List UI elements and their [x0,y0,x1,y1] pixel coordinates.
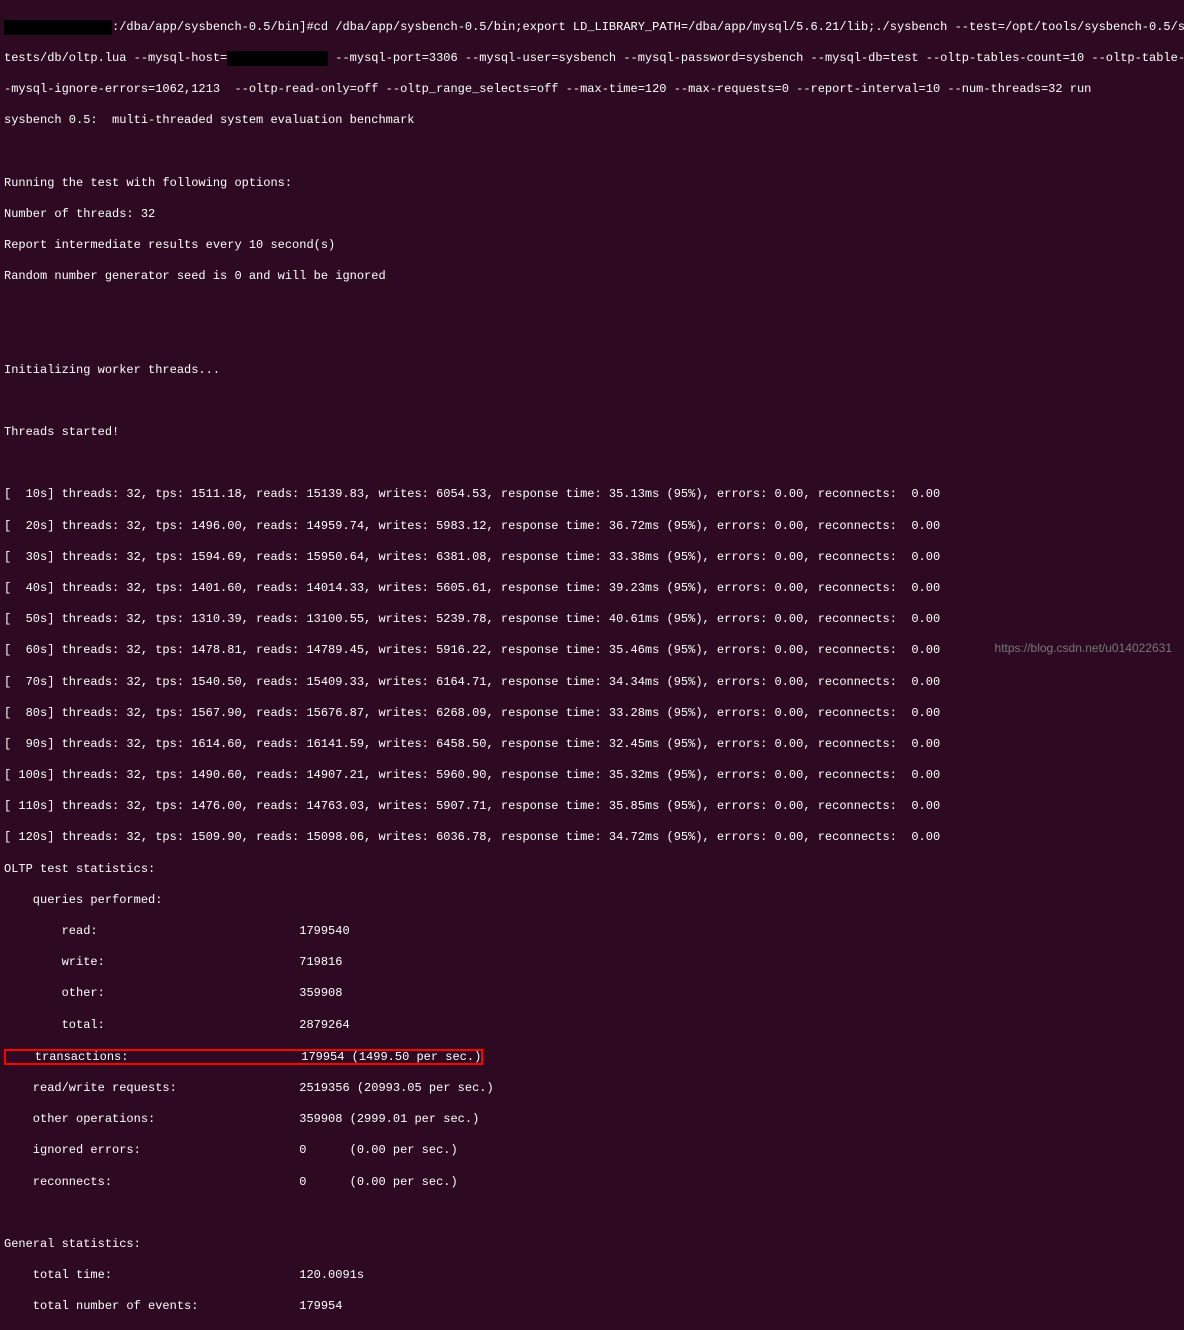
threads-started: Threads started! [4,425,1180,441]
redacted-host-ip: xxxxxxxxxxxxxx [227,51,328,67]
options-report: Report intermediate results every 10 sec… [4,238,1180,254]
blank-line [4,1206,1180,1222]
stats-read: read: 1799540 [4,924,1180,940]
init-workers: Initializing worker threads... [4,363,1180,379]
interval-row: [ 100s] threads: 32, tps: 1490.60, reads… [4,768,1180,784]
command-line-3: -mysql-ignore-errors=1062,1213 --oltp-re… [4,82,1180,98]
transactions-highlighted: transactions: 179954 (1499.50 per sec.) [4,1049,483,1065]
interval-row: [ 120s] threads: 32, tps: 1509.90, reads… [4,830,1180,846]
interval-row: [ 70s] threads: 32, tps: 1540.50, reads:… [4,675,1180,691]
command-line-1: xxxxxxxxxxxxxxx:/dba/app/sysbench-0.5/bi… [4,20,1180,36]
terminal-output[interactable]: xxxxxxxxxxxxxxx:/dba/app/sysbench-0.5/bi… [4,4,1180,1330]
stats-ignored: ignored errors: 0 (0.00 per sec.) [4,1143,1180,1159]
interval-row: [ 90s] threads: 32, tps: 1614.60, reads:… [4,737,1180,753]
blank-line [4,144,1180,160]
options-header: Running the test with following options: [4,176,1180,192]
blank-line [4,300,1180,316]
options-seed: Random number generator seed is 0 and wi… [4,269,1180,285]
blank-line [4,456,1180,472]
stats-other-ops: other operations: 359908 (2999.01 per se… [4,1112,1180,1128]
general-events: total number of events: 179954 [4,1299,1180,1315]
general-header: General statistics: [4,1237,1180,1253]
interval-row: [ 80s] threads: 32, tps: 1567.90, reads:… [4,706,1180,722]
options-threads: Number of threads: 32 [4,207,1180,223]
interval-row: [ 30s] threads: 32, tps: 1594.69, reads:… [4,550,1180,566]
interval-row: [ 10s] threads: 32, tps: 1511.18, reads:… [4,487,1180,503]
stats-reconnects: reconnects: 0 (0.00 per sec.) [4,1175,1180,1191]
command-line-2: tests/db/oltp.lua --mysql-host=xxxxxxxxx… [4,51,1180,67]
interval-row: [ 110s] threads: 32, tps: 1476.00, reads… [4,799,1180,815]
interval-row: [ 50s] threads: 32, tps: 1310.39, reads:… [4,612,1180,628]
blank-line [4,331,1180,347]
stats-total: total: 2879264 [4,1018,1180,1034]
queries-header: queries performed: [4,893,1180,909]
stats-write: write: 719816 [4,955,1180,971]
general-time: total time: 120.0091s [4,1268,1180,1284]
command-line-4: sysbench 0.5: multi-threaded system eval… [4,113,1180,129]
watermark-text: https://blog.csdn.net/u014022631 [995,641,1172,657]
interval-row: [ 20s] threads: 32, tps: 1496.00, reads:… [4,519,1180,535]
stats-other: other: 359908 [4,986,1180,1002]
stats-rw: read/write requests: 2519356 (20993.05 p… [4,1081,1180,1097]
stats-header: OLTP test statistics: [4,862,1180,878]
interval-row: [ 40s] threads: 32, tps: 1401.60, reads:… [4,581,1180,597]
blank-line [4,394,1180,410]
redacted-hostname: xxxxxxxxxxxxxxx [4,20,112,36]
